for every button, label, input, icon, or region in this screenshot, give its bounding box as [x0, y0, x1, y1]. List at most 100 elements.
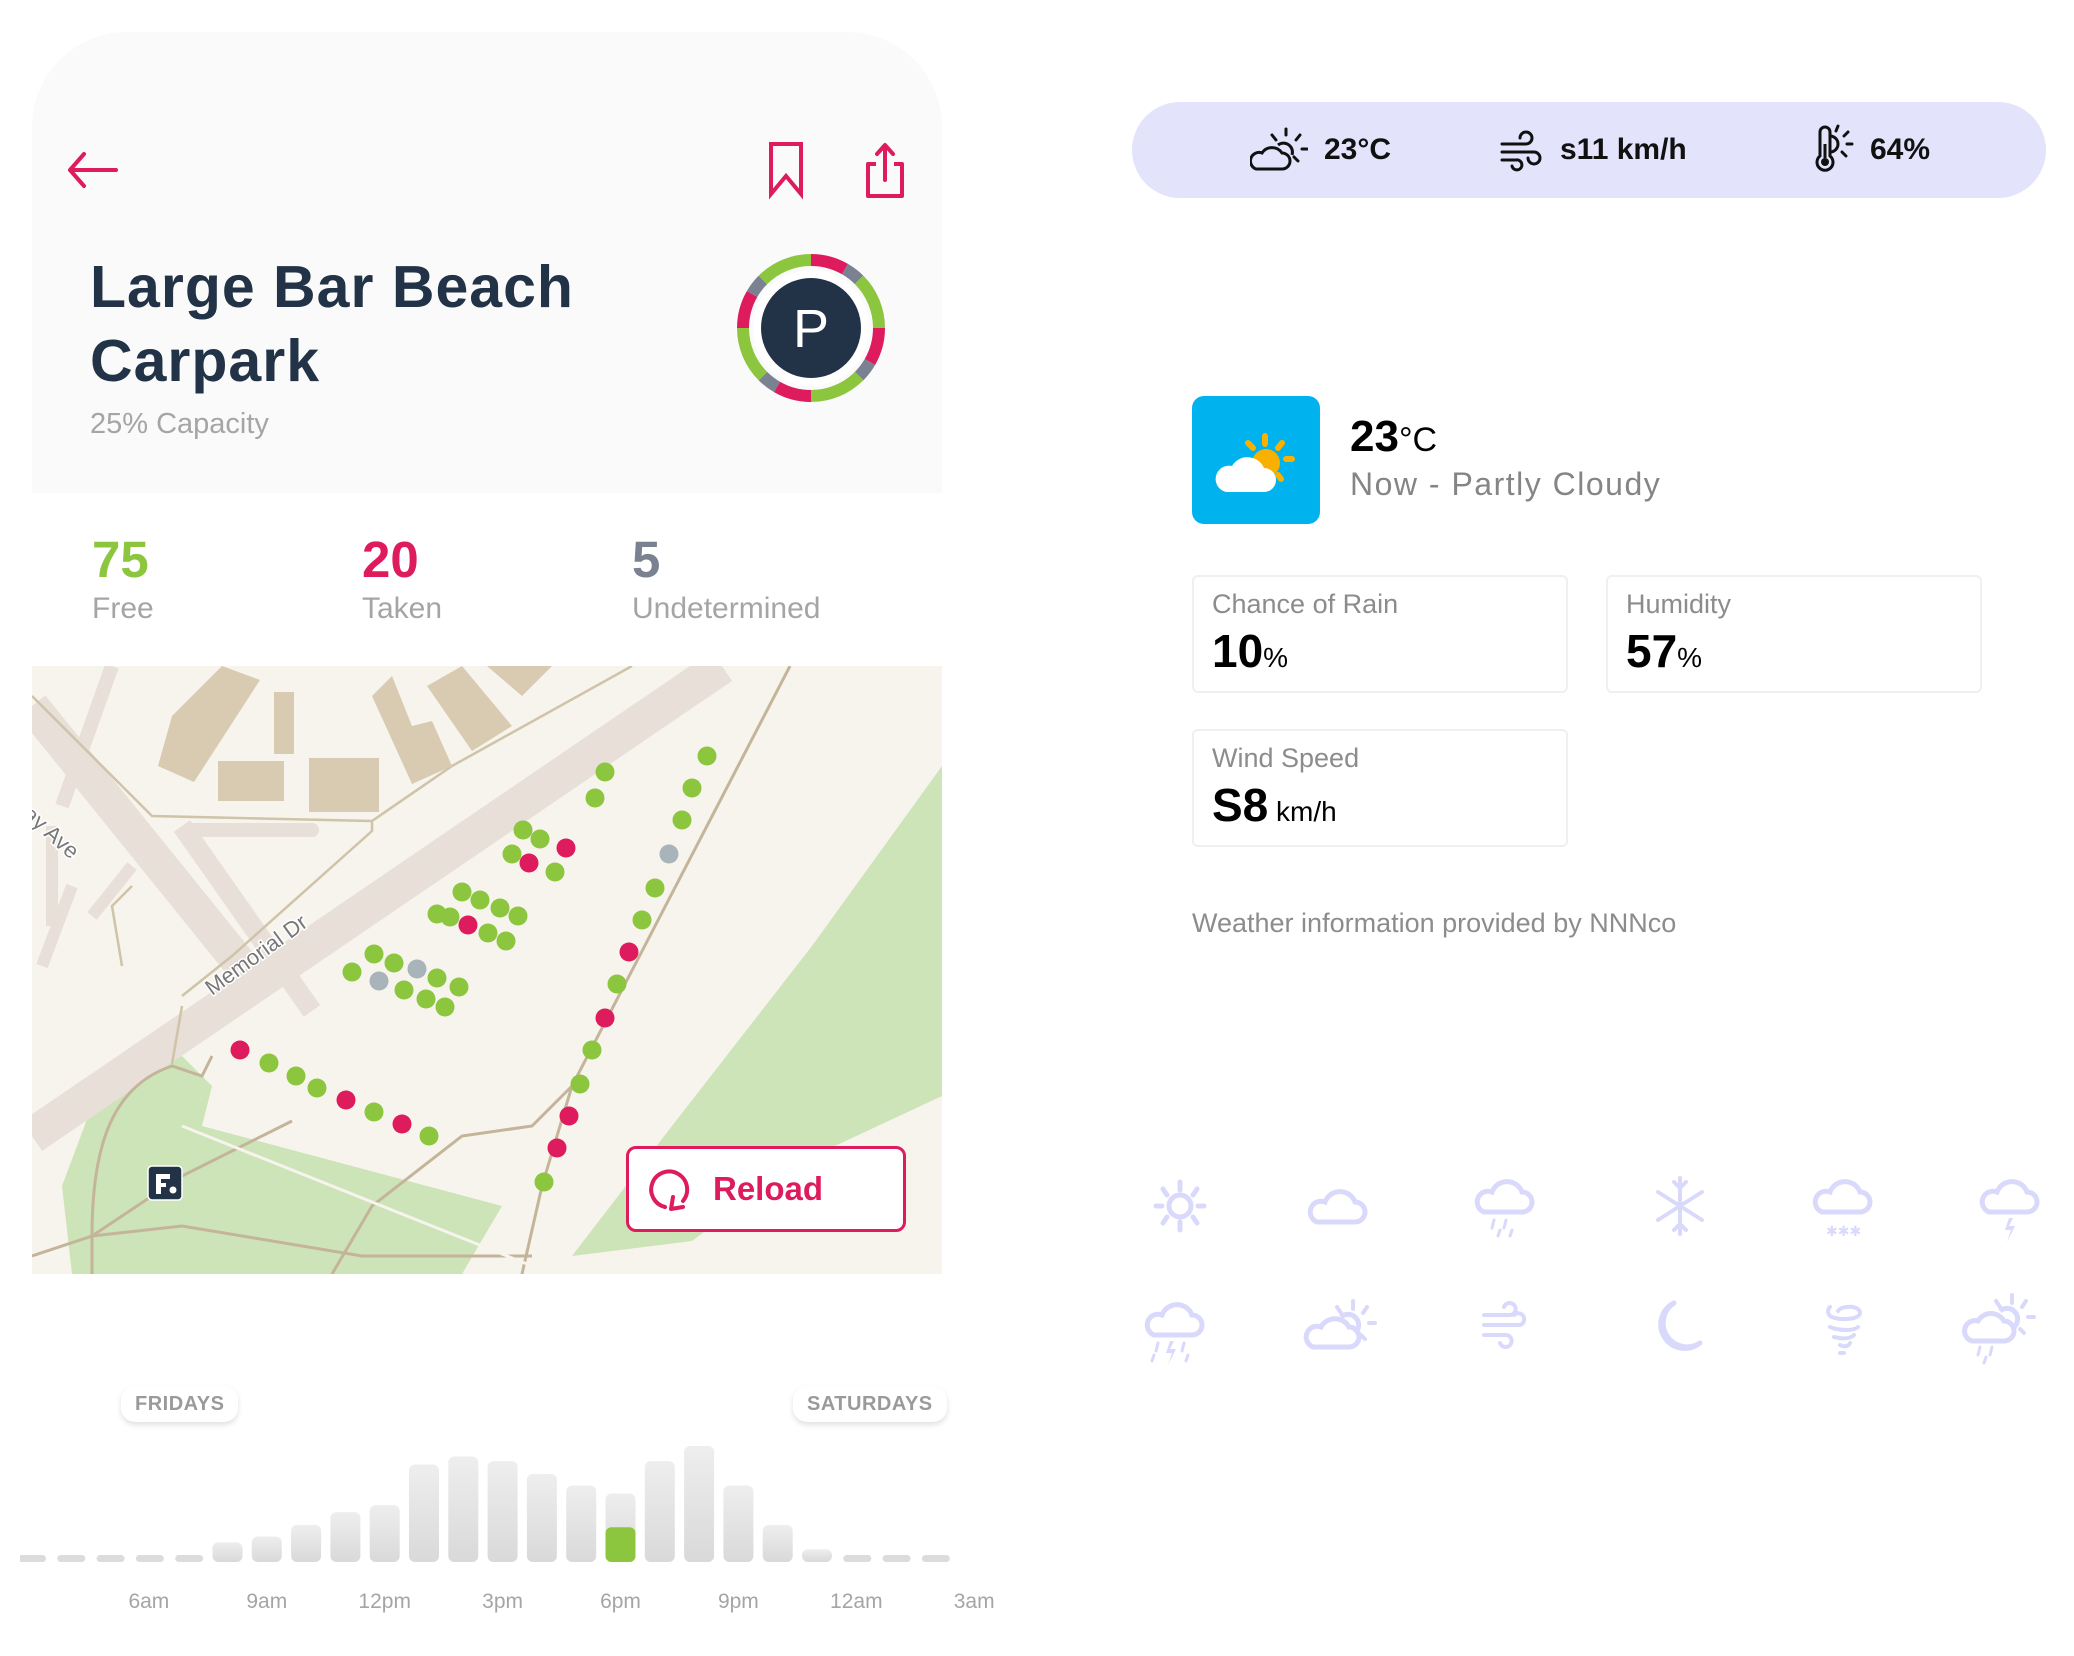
chart-tick-label: 3pm — [482, 1590, 524, 1613]
parking-spot-free[interactable] — [452, 882, 472, 902]
parking-spot-free[interactable] — [342, 962, 362, 982]
reload-button[interactable]: Reload — [626, 1146, 906, 1232]
parking-spot-unknown[interactable] — [369, 971, 389, 991]
parking-spot-free[interactable] — [645, 878, 665, 898]
bookmark-button[interactable] — [764, 138, 808, 202]
parking-spot-free[interactable] — [259, 1053, 279, 1073]
metric-chance-of-rain: Chance of Rain 10% — [1192, 575, 1568, 693]
back-arrow-icon — [68, 152, 118, 188]
parking-spot-free[interactable] — [307, 1078, 327, 1098]
parking-p-letter: P — [793, 299, 829, 359]
street-label-ave: ay Ave — [32, 801, 84, 864]
svg-text:✱✱✱: ✱✱✱ — [1826, 1224, 1861, 1240]
ring-segment — [737, 291, 758, 329]
parking-spot-free[interactable] — [582, 1040, 602, 1060]
parking-spot-taken[interactable] — [556, 838, 576, 858]
parking-spot-free[interactable] — [672, 810, 692, 830]
chart-bar-empty — [843, 1555, 872, 1562]
parking-spot-free[interactable] — [513, 820, 533, 840]
water-tap-poi[interactable] — [147, 1165, 183, 1201]
metric-unit: % — [1263, 642, 1289, 673]
parking-spot-free[interactable] — [534, 1172, 554, 1192]
parking-spot-free[interactable] — [545, 862, 565, 882]
chart-bar-current — [605, 1527, 636, 1562]
parking-spot-free[interactable] — [570, 1074, 590, 1094]
free-label: Free — [92, 592, 154, 625]
chart-bar-empty — [96, 1555, 125, 1562]
rain-icon — [1474, 1179, 1535, 1238]
parking-spot-free[interactable] — [427, 904, 447, 924]
parking-spot-taken[interactable] — [559, 1106, 579, 1126]
parking-spot-taken[interactable] — [230, 1040, 250, 1060]
bookmark-icon — [769, 142, 803, 200]
wind-icon — [1500, 130, 1542, 172]
tornado-icon — [1826, 1304, 1863, 1355]
tab-saturdays[interactable]: SATURDAYS — [793, 1386, 947, 1422]
parking-spot-taken[interactable] — [392, 1114, 412, 1134]
back-button[interactable] — [62, 146, 122, 196]
parking-spot-taken[interactable] — [595, 1008, 615, 1028]
parking-spot-free[interactable] — [585, 788, 605, 808]
moon-icon — [1658, 1300, 1703, 1351]
parking-spot-taken[interactable] — [547, 1138, 567, 1158]
parking-spot-free[interactable] — [449, 977, 469, 997]
free-count: 75 — [92, 531, 149, 588]
snow-cloud-icon: ✱✱✱ — [1812, 1179, 1873, 1240]
parking-spot-unknown[interactable] — [407, 959, 427, 979]
parking-spot-free[interactable] — [632, 910, 652, 930]
parking-spot-free[interactable] — [364, 944, 384, 964]
ring-segment — [854, 358, 876, 381]
chart-bar — [644, 1461, 675, 1562]
parking-spot-free[interactable] — [364, 1102, 384, 1122]
share-button[interactable] — [860, 138, 910, 202]
parking-spot-free[interactable] — [508, 906, 528, 926]
current-temperature-value: 23 — [1350, 412, 1399, 461]
building — [309, 758, 379, 812]
chart-bar — [802, 1549, 832, 1562]
ring-segment — [758, 371, 781, 393]
parking-spot-unknown[interactable] — [659, 844, 679, 864]
parking-spot-free[interactable] — [416, 989, 436, 1009]
parking-spot-taken[interactable] — [458, 915, 478, 935]
parking-spot-free[interactable] — [682, 778, 702, 798]
parking-spot-free[interactable] — [530, 829, 550, 849]
chart-bar — [487, 1461, 518, 1562]
thermometer-sun-icon — [1815, 124, 1854, 172]
parking-spot-free[interactable] — [478, 923, 498, 943]
parking-spot-free[interactable] — [490, 898, 510, 918]
parking-spot-free[interactable] — [419, 1126, 439, 1146]
metric-humidity: Humidity 57% — [1606, 575, 1982, 693]
parking-spot-free[interactable] — [496, 931, 516, 951]
chart-bar — [212, 1542, 243, 1562]
ring-segment — [841, 263, 864, 285]
parking-spot-taken[interactable] — [519, 853, 539, 873]
wind-icon — [1482, 1301, 1527, 1349]
chart-bar — [409, 1464, 439, 1562]
chart-tick-label: 12am — [830, 1590, 883, 1613]
carpark-title: Large Bar Beach Carpark — [90, 254, 574, 394]
metric-unit: km/h — [1268, 796, 1337, 827]
partly-cloudy-icon — [1215, 433, 1295, 492]
parking-spot-free[interactable] — [470, 890, 490, 910]
parking-spot-taken[interactable] — [619, 942, 639, 962]
pill-temperature-value: 23°C — [1324, 133, 1392, 166]
parking-spot-free[interactable] — [697, 746, 717, 766]
ring-segment — [774, 381, 812, 402]
parking-spot-free[interactable] — [435, 997, 455, 1017]
parking-spot-taken[interactable] — [336, 1090, 356, 1110]
current-weather-tile — [1192, 396, 1320, 524]
parking-spot-free[interactable] — [427, 968, 447, 988]
parking-spot-free[interactable] — [595, 762, 615, 782]
parking-spot-free[interactable] — [286, 1066, 306, 1086]
parking-spot-free[interactable] — [607, 974, 627, 994]
tab-fridays[interactable]: FRIDAYS — [121, 1386, 239, 1422]
metric-value: 10 — [1212, 625, 1264, 677]
parking-spot-free[interactable] — [384, 953, 404, 973]
chart-tick-label: 6pm — [600, 1590, 641, 1613]
parking-spot-free[interactable] — [394, 980, 414, 1000]
snowflake-icon — [1656, 1176, 1704, 1236]
current-condition: Now - Partly Cloudy — [1350, 466, 1662, 502]
parking-spot-free[interactable] — [502, 844, 522, 864]
pill-uv-value: 64% — [1870, 133, 1931, 166]
chart-bar — [369, 1505, 400, 1562]
